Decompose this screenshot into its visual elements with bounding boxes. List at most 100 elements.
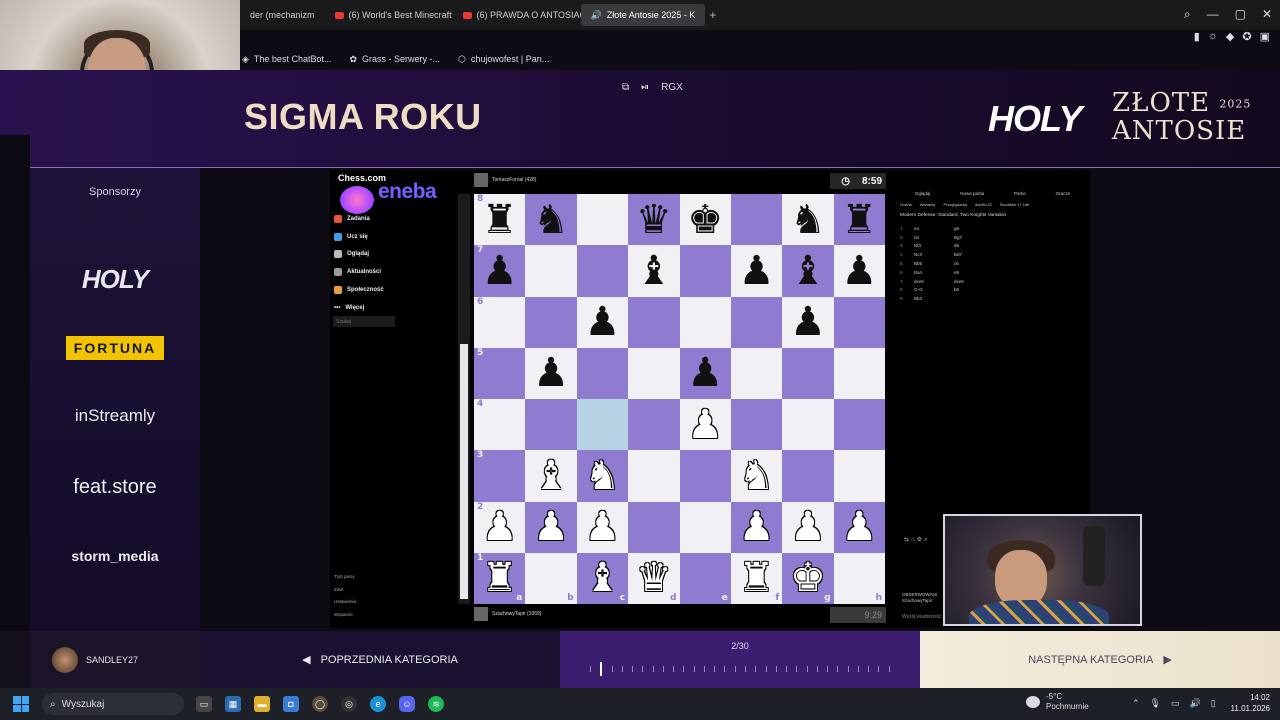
square-c4[interactable] bbox=[576, 399, 629, 451]
chess-board[interactable]: 8 ♜ ♞ ♛ ♚ ♞ ♜ 7 ♟ ♝ ♟ ♝ ♟ 6 ♟ ♟ 5 ♟ ♟ 4 ♟ 3 ♝ ♞ ♞ 2 ♟ ♟ ♟ ♟ ♟ ♟ 1 a ♜ b c ♝ d ♛… bbox=[474, 194, 885, 604]
square-f2[interactable]: ♟ bbox=[730, 501, 783, 553]
square-e1[interactable]: e bbox=[679, 552, 731, 604]
windows-start-icon[interactable] bbox=[13, 696, 29, 712]
square-f1[interactable]: f ♜ bbox=[730, 552, 783, 604]
lines-toggle[interactable]: Warianty bbox=[920, 202, 936, 207]
move-row[interactable]: 3. Nf3 d6 bbox=[900, 242, 1085, 251]
white-pawn-icon[interactable]: ♟ bbox=[841, 507, 877, 547]
prev-category-button[interactable]: ◀ POPRZEDNIA KATEGORIA bbox=[200, 631, 560, 688]
file-explorer-icon[interactable]: ▬ bbox=[254, 696, 270, 712]
black-knight-icon[interactable]: ♞ bbox=[533, 200, 569, 240]
square-a7[interactable]: 7 ♟ bbox=[474, 245, 526, 297]
black-king-icon[interactable]: ♚ bbox=[687, 200, 723, 240]
move-row[interactable]: 9. Bb3 bbox=[900, 294, 1085, 303]
move-row[interactable]: 4. Nc3 Bd7 bbox=[900, 250, 1085, 259]
square-b4[interactable] bbox=[525, 399, 577, 451]
black-rook-icon[interactable]: ♜ bbox=[841, 200, 877, 240]
white-knight-icon[interactable]: ♞ bbox=[739, 456, 775, 496]
watching-user[interactable]: SzachowyTapir bbox=[902, 598, 937, 604]
black-rook-icon[interactable]: ♜ bbox=[482, 200, 518, 240]
square-c5[interactable] bbox=[576, 347, 629, 399]
move-row[interactable]: 5. Bb5 c6 bbox=[900, 259, 1085, 268]
opera-gx-icon[interactable]: ◯ bbox=[312, 696, 328, 712]
square-d6[interactable] bbox=[628, 296, 680, 348]
square-g4[interactable] bbox=[782, 399, 834, 451]
extension-icon[interactable]: ▮ bbox=[1194, 30, 1200, 43]
collapse-link[interactable]: Zwiń bbox=[334, 587, 356, 600]
square-f7[interactable]: ♟ bbox=[730, 245, 783, 297]
edge-icon[interactable]: e bbox=[370, 696, 386, 712]
white-move[interactable]: Ba4 bbox=[914, 270, 954, 275]
square-g3[interactable] bbox=[782, 450, 834, 502]
black-move[interactable]: b5 bbox=[954, 287, 994, 292]
white-pawn-icon[interactable]: ♟ bbox=[585, 507, 621, 547]
square-c7[interactable] bbox=[576, 245, 629, 297]
taskbar-clock[interactable]: 14:02 11.01.2026 bbox=[1222, 692, 1270, 714]
black-move[interactable]: e5 bbox=[954, 270, 994, 275]
white-pawn-icon[interactable]: ♟ bbox=[482, 507, 518, 547]
white-king-icon[interactable]: ♚ bbox=[790, 558, 826, 598]
white-bishop-icon[interactable]: ♝ bbox=[533, 456, 569, 496]
network-icon[interactable]: ▭ bbox=[1171, 698, 1180, 709]
square-d2[interactable] bbox=[628, 501, 680, 553]
square-e6[interactable] bbox=[679, 296, 731, 348]
search-icon[interactable]: ⌕ bbox=[1184, 7, 1191, 22]
white-move[interactable]: Nc3 bbox=[914, 252, 954, 257]
minimize-button[interactable]: — bbox=[1207, 7, 1219, 22]
square-d3[interactable] bbox=[628, 450, 680, 502]
zoom-icon[interactable]: ⌕ bbox=[924, 537, 929, 543]
task-view-icon[interactable]: ▭ bbox=[196, 696, 212, 712]
volume-icon[interactable]: 🔊 bbox=[1190, 698, 1201, 709]
browser-tab-1[interactable]: der (mechanizm bbox=[240, 4, 325, 26]
white-rook-icon[interactable]: ♜ bbox=[482, 558, 518, 598]
black-pawn-icon[interactable]: ♟ bbox=[482, 251, 518, 291]
spotify-icon[interactable]: ≋ bbox=[428, 696, 444, 712]
square-b8[interactable]: ♞ bbox=[525, 194, 577, 246]
white-bishop-icon[interactable]: ♝ bbox=[585, 558, 621, 598]
scrollbar-thumb[interactable] bbox=[460, 344, 468, 599]
black-pawn-icon[interactable]: ♟ bbox=[841, 251, 877, 291]
white-pawn-icon[interactable]: ♟ bbox=[790, 507, 826, 547]
white-move[interactable]: Bb3 bbox=[914, 296, 954, 301]
square-f8[interactable] bbox=[730, 194, 783, 246]
chat-input[interactable]: Wyślij wiadomość bbox=[902, 614, 941, 620]
square-a5[interactable]: 5 bbox=[474, 347, 526, 399]
store-icon[interactable]: ◘ bbox=[283, 696, 299, 712]
bookmark-2[interactable]: ✿ Grass - Serwery -... bbox=[349, 54, 440, 65]
page-scrollbar[interactable] bbox=[458, 194, 470, 604]
square-g6[interactable]: ♟ bbox=[782, 296, 834, 348]
square-h3[interactable] bbox=[833, 450, 885, 502]
square-h4[interactable] bbox=[833, 399, 885, 451]
nav-spolecznosc[interactable]: Społeczność bbox=[334, 281, 384, 299]
black-move[interactable]: c6 bbox=[954, 261, 994, 266]
new-tab-button[interactable]: + bbox=[709, 8, 716, 22]
square-e8[interactable]: ♚ bbox=[679, 194, 731, 246]
browser-tab-2[interactable]: (6) World's Best Minecraft bbox=[325, 4, 453, 26]
square-f5[interactable] bbox=[730, 347, 783, 399]
square-g8[interactable]: ♞ bbox=[782, 194, 834, 246]
nav-ogladaj[interactable]: Oglądaj bbox=[334, 246, 384, 264]
eval-toggle[interactable]: Ocena bbox=[900, 202, 912, 207]
black-pawn-icon[interactable]: ♟ bbox=[533, 353, 569, 393]
black-move[interactable]: d6 bbox=[954, 243, 994, 248]
support-link[interactable]: Wsparcie bbox=[334, 612, 356, 625]
nav-aktualnosci[interactable]: Aktualności bbox=[334, 263, 384, 281]
black-pawn-icon[interactable]: ♟ bbox=[739, 251, 775, 291]
square-b3[interactable]: ♝ bbox=[525, 450, 577, 502]
square-c3[interactable]: ♞ bbox=[576, 450, 629, 502]
white-move[interactable]: Nf3 bbox=[914, 243, 954, 248]
settings-icon[interactable]: ⚙ bbox=[917, 537, 924, 543]
browser-tab-3[interactable]: (6) PRAWDA O ANTOSIACH bbox=[453, 4, 581, 26]
square-b2[interactable]: ♟ bbox=[525, 501, 577, 553]
black-move[interactable]: dxe5 bbox=[954, 279, 994, 284]
square-b5[interactable]: ♟ bbox=[525, 347, 577, 399]
square-d4[interactable] bbox=[628, 399, 680, 451]
black-pawn-icon[interactable]: ♟ bbox=[585, 302, 621, 342]
white-move[interactable]: O-O bbox=[914, 287, 954, 292]
square-g7[interactable]: ♝ bbox=[782, 245, 834, 297]
extension-icon[interactable]: ✪ bbox=[1242, 30, 1251, 43]
square-c6[interactable]: ♟ bbox=[576, 296, 629, 348]
weather-widget[interactable]: -5°C Pochmurnie bbox=[1026, 692, 1089, 712]
player-bottom-name[interactable]: SzachowyTapir (1069) bbox=[492, 611, 541, 617]
move-row[interactable]: 2. d4 Bg7 bbox=[900, 233, 1085, 242]
